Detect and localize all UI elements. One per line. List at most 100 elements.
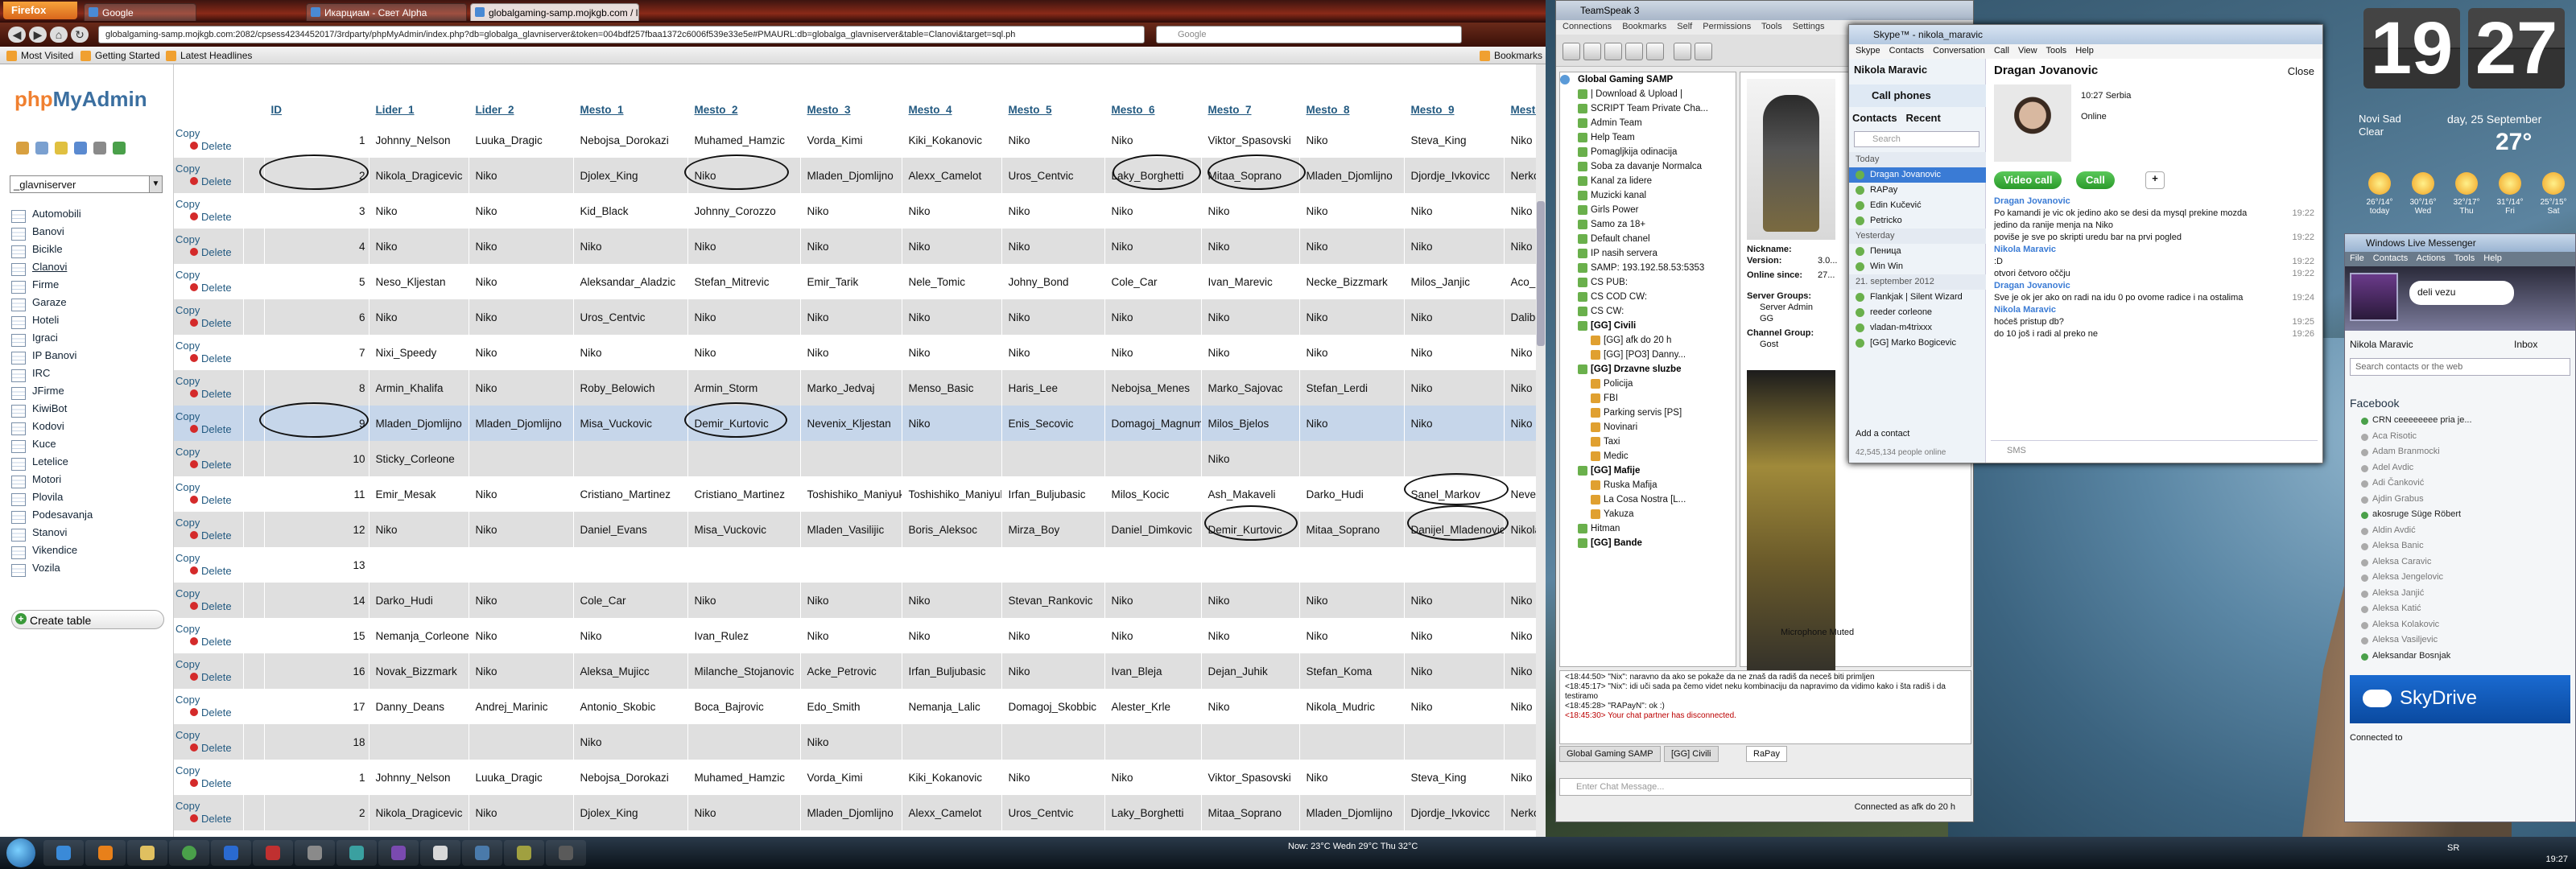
data-cell[interactable]: Niko — [1001, 618, 1105, 653]
data-cell[interactable]: Niko — [902, 229, 1002, 264]
data-cell[interactable]: Danny_Deans — [369, 689, 469, 724]
data-cell[interactable]: Boca_Bajrovic — [687, 689, 801, 724]
recent-contact[interactable]: Win Win — [1849, 259, 1986, 274]
data-cell[interactable]: Niko — [800, 299, 902, 335]
data-cell[interactable]: Niko — [469, 370, 574, 406]
database-select[interactable]: _glavniserver ▼ — [10, 175, 163, 193]
data-cell[interactable]: Niko — [1201, 229, 1300, 264]
copy-link[interactable]: Copy — [174, 587, 242, 600]
copy-link[interactable]: Copy — [174, 233, 242, 246]
data-cell[interactable]: Niko — [1104, 583, 1202, 618]
query-window-icon[interactable] — [55, 142, 68, 154]
data-cell[interactable] — [1299, 441, 1405, 476]
table-link-firme[interactable]: Firme — [11, 278, 172, 296]
taskbar-app[interactable] — [253, 840, 293, 866]
chat-input[interactable]: Enter Chat Message... — [1559, 778, 1971, 796]
data-cell[interactable]: Ivan_Bleja — [1104, 653, 1202, 689]
data-cell[interactable]: Viktor_Spasovski — [1201, 122, 1300, 158]
data-cell[interactable]: Niko — [1001, 299, 1105, 335]
data-cell[interactable]: Niko — [687, 299, 801, 335]
tab-ikariam[interactable]: Икарциам - Свет Alpha — [306, 3, 467, 21]
copy-link[interactable]: Copy — [174, 552, 242, 565]
channel-item[interactable]: Hitman — [1560, 521, 1736, 536]
channel-item[interactable]: Kanal za lidere — [1560, 174, 1736, 188]
delete-link[interactable]: Delete — [174, 565, 242, 578]
data-cell[interactable]: Niko — [687, 158, 801, 193]
data-cell[interactable]: Niko — [1299, 618, 1405, 653]
taskbar-chrome[interactable] — [169, 840, 209, 866]
data-cell[interactable]: Cristiano_Martinez — [573, 476, 688, 512]
profile-name[interactable]: Nikola Maravic — [1854, 64, 1927, 76]
data-cell[interactable]: Acke_Petrovic — [800, 653, 902, 689]
data-cell[interactable]: Niko — [902, 583, 1002, 618]
row-checkbox[interactable] — [243, 335, 265, 370]
data-cell[interactable] — [573, 441, 688, 476]
data-cell[interactable]: Novak_Bizzmark — [369, 653, 469, 689]
data-cell[interactable]: Stefan_Mitrevic — [687, 264, 801, 299]
data-cell[interactable]: Niko — [1299, 193, 1405, 229]
delete-link[interactable]: Delete — [174, 813, 242, 826]
channel-item[interactable]: Help Team — [1560, 130, 1736, 145]
data-cell[interactable]: Niko — [1299, 335, 1405, 370]
data-cell[interactable]: Niko — [1104, 299, 1202, 335]
data-cell[interactable]: Domagoj_Magnum — [1104, 406, 1202, 441]
data-cell[interactable]: Niko — [1104, 618, 1202, 653]
delete-link[interactable]: Delete — [174, 352, 242, 365]
data-cell[interactable]: Nikola_Dragicevic — [369, 795, 469, 830]
data-cell[interactable]: Niko — [369, 229, 469, 264]
column-header[interactable]: Mesto_6 — [1104, 97, 1202, 122]
data-cell[interactable]: Djordje_Ivkovicc — [1404, 158, 1505, 193]
data-cell[interactable]: Niko — [1504, 583, 1538, 618]
data-cell[interactable]: Luuka_Dragic — [469, 760, 574, 795]
data-cell[interactable]: Toshishiko_Maniyuki — [800, 476, 902, 512]
data-cell[interactable]: Niko — [902, 299, 1002, 335]
create-table-button[interactable]: Create table — [11, 610, 164, 629]
data-cell[interactable]: Danijel_Mladenovic — [1404, 512, 1505, 547]
messenger-contact[interactable]: Aleksa Banic — [2361, 538, 2570, 554]
add-contact-button[interactable]: Add a contact — [1856, 429, 1909, 439]
avatar[interactable] — [2350, 273, 2398, 321]
data-cell[interactable]: Niko — [1299, 406, 1405, 441]
channel-item[interactable]: Ruska Mafija — [1560, 478, 1736, 492]
data-cell[interactable]: Niko — [1504, 760, 1538, 795]
taskbar-ie[interactable] — [43, 840, 84, 866]
data-cell[interactable]: Niko — [1504, 122, 1538, 158]
data-cell[interactable] — [1504, 724, 1538, 760]
data-cell[interactable]: Niko — [573, 229, 688, 264]
data-cell[interactable] — [573, 547, 688, 583]
data-cell[interactable]: Niko — [902, 618, 1002, 653]
data-cell[interactable]: Niko — [902, 335, 1002, 370]
data-cell[interactable] — [1299, 724, 1405, 760]
data-cell[interactable]: Niko — [1001, 335, 1105, 370]
data-cell[interactable] — [800, 547, 902, 583]
delete-link[interactable]: Delete — [174, 706, 242, 719]
copy-link[interactable]: Copy — [174, 127, 242, 140]
disconnect-icon[interactable] — [1583, 43, 1601, 60]
messenger-contact[interactable]: Adam Branmocki — [2361, 444, 2570, 460]
channel-item[interactable]: FBI — [1560, 391, 1736, 406]
channel-item[interactable]: Samo za 18+ — [1560, 217, 1736, 232]
row-id-cell[interactable]: 6 — [264, 299, 369, 335]
data-cell[interactable]: Niko — [1201, 299, 1300, 335]
data-cell[interactable]: Uros_Centvic — [1001, 158, 1105, 193]
delete-link[interactable]: Delete — [174, 423, 242, 436]
channel-item[interactable]: La Cosa Nostra [L... — [1560, 492, 1736, 507]
channel-item[interactable]: | Download & Upload | — [1560, 87, 1736, 101]
data-cell[interactable]: Sticky_Corleone — [369, 441, 469, 476]
row-checkbox[interactable] — [243, 724, 265, 760]
tray-clock[interactable]: 19:27 — [2496, 855, 2576, 864]
messenger-contact[interactable]: Aleksa Kolakovic — [2361, 617, 2570, 633]
data-cell[interactable]: Marko_Jedvaj — [800, 370, 902, 406]
row-id-cell[interactable]: 15 — [264, 618, 369, 653]
data-cell[interactable]: Uros_Centvic — [573, 299, 688, 335]
data-cell[interactable]: Johnny_Nelson — [369, 760, 469, 795]
back-icon[interactable]: ◀ — [8, 27, 26, 43]
data-cell[interactable]: Vorda_Kimi — [800, 760, 902, 795]
channel-item[interactable]: Global Gaming SAMP — [1560, 72, 1736, 87]
table-link-stanovi[interactable]: Stanovi — [11, 526, 172, 544]
data-cell[interactable]: Muhamed_Hamzic — [687, 760, 801, 795]
video-call-button[interactable]: Video call — [1994, 171, 2062, 189]
row-checkbox[interactable] — [243, 441, 265, 476]
recent-contact[interactable]: Dragan Jovanovic — [1849, 167, 1986, 183]
data-cell[interactable]: Niko — [1404, 583, 1505, 618]
